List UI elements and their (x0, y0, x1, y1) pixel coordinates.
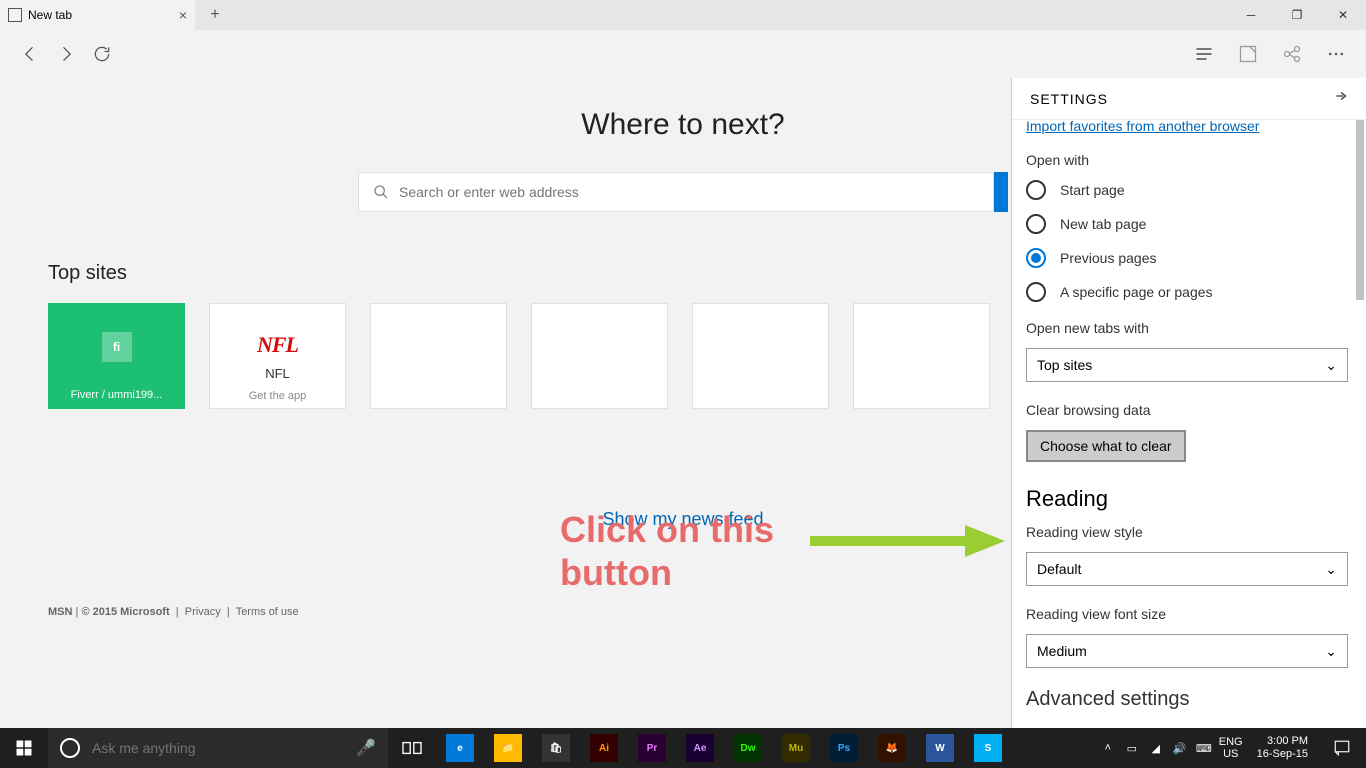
nfl-logo: NFL (257, 332, 298, 358)
page-icon (8, 8, 22, 22)
taskbar-app-icon[interactable]: Ps (820, 728, 868, 768)
search-go-button[interactable] (994, 172, 1008, 212)
top-site-tile-empty[interactable] (370, 303, 507, 409)
reading-style-select[interactable]: Default ⌄ (1026, 552, 1348, 586)
top-site-tile-nfl[interactable]: NFL NFL Get the app (209, 303, 346, 409)
system-tray: ˄ ▭ ◢ 🔊 ⌨ ENG US 3:00 PM 16-Sep-15 (1099, 728, 1366, 768)
new-tab-button[interactable]: + (195, 0, 235, 30)
taskbar-app-icon[interactable]: 🦊 (868, 728, 916, 768)
taskbar: 🎤 e📁🛍AiPrAeDwMuPs🦊WS ˄ ▭ ◢ 🔊 ⌨ ENG US 3:… (0, 728, 1366, 768)
toolbar (0, 30, 1366, 78)
reading-style-label: Reading view style (1026, 524, 1348, 540)
cortana-icon (60, 738, 80, 758)
search-box[interactable] (358, 172, 994, 212)
radio-icon (1026, 282, 1046, 302)
share-button[interactable] (1274, 36, 1310, 72)
chevron-down-icon: ⌄ (1325, 561, 1337, 578)
radio-icon (1026, 248, 1046, 268)
more-button[interactable] (1318, 36, 1354, 72)
reading-heading: Reading (1026, 486, 1348, 512)
titlebar: New tab × + ─ ❐ ✕ (0, 0, 1366, 30)
cortana-input[interactable] (92, 740, 356, 756)
open-new-tabs-select[interactable]: Top sites ⌄ (1026, 348, 1348, 382)
taskbar-app-icon[interactable]: 🛍 (532, 728, 580, 768)
language-indicator[interactable]: ENG US (1219, 736, 1243, 760)
battery-icon[interactable]: ▭ (1123, 739, 1141, 757)
window-controls: ─ ❐ ✕ (1228, 0, 1366, 30)
privacy-link[interactable]: Privacy (185, 606, 221, 618)
tile-label: Fiverr / ummi199... (71, 389, 163, 401)
back-button[interactable] (12, 36, 48, 72)
radio-previous-pages[interactable]: Previous pages (1026, 248, 1348, 268)
network-icon[interactable]: ◢ (1147, 739, 1165, 757)
tab-title: New tab (28, 8, 72, 22)
maximize-button[interactable]: ❐ (1274, 0, 1320, 30)
choose-what-to-clear-button[interactable]: Choose what to clear (1026, 430, 1186, 462)
close-window-button[interactable]: ✕ (1320, 0, 1366, 30)
pin-icon[interactable] (1334, 89, 1348, 108)
open-new-tabs-label: Open new tabs with (1026, 320, 1348, 336)
minimize-button[interactable]: ─ (1228, 0, 1274, 30)
taskbar-app-icon[interactable]: Mu (772, 728, 820, 768)
radio-start-page[interactable]: Start page (1026, 180, 1348, 200)
advanced-settings-heading: Advanced settings (1026, 688, 1348, 711)
chevron-down-icon: ⌄ (1325, 357, 1337, 374)
taskbar-app-icon[interactable]: W (916, 728, 964, 768)
tile-sublabel: Get the app (249, 390, 307, 402)
top-site-tile-empty[interactable] (692, 303, 829, 409)
taskbar-app-icon[interactable]: S (964, 728, 1012, 768)
annotation-text: Click on this button (560, 508, 774, 594)
footer-links: MSN | © 2015 Microsoft | Privacy | Terms… (48, 606, 299, 618)
reading-size-label: Reading view font size (1026, 606, 1348, 622)
top-site-tile-empty[interactable] (531, 303, 668, 409)
radio-icon (1026, 180, 1046, 200)
msn-label: MSN (48, 606, 72, 618)
import-favorites-link[interactable]: Import favorites from another browser (1026, 120, 1348, 134)
settings-panel: SETTINGS Import favorites from another b… (1011, 78, 1366, 728)
microphone-icon[interactable]: 🎤 (356, 738, 376, 758)
copyright-label: © 2015 Microsoft (81, 606, 169, 618)
taskbar-app-icon[interactable]: Dw (724, 728, 772, 768)
clear-data-label: Clear browsing data (1026, 402, 1348, 418)
taskbar-app-icon[interactable]: Ae (676, 728, 724, 768)
reading-size-select[interactable]: Medium ⌄ (1026, 634, 1348, 668)
top-site-tile-empty[interactable] (853, 303, 990, 409)
settings-title: SETTINGS (1030, 91, 1108, 107)
browser-tab[interactable]: New tab × (0, 0, 195, 30)
keyboard-icon[interactable]: ⌨ (1195, 739, 1213, 757)
search-icon (373, 184, 389, 200)
radio-icon (1026, 214, 1046, 234)
chevron-down-icon: ⌄ (1325, 643, 1337, 660)
volume-icon[interactable]: 🔊 (1171, 739, 1189, 757)
webnote-button[interactable] (1230, 36, 1266, 72)
forward-button[interactable] (48, 36, 84, 72)
radio-specific-page[interactable]: A specific page or pages (1026, 282, 1348, 302)
start-button[interactable] (0, 728, 48, 768)
refresh-button[interactable] (84, 36, 120, 72)
open-with-radio-group: Start page New tab page Previous pages A… (1026, 180, 1348, 302)
settings-body: Import favorites from another browser Op… (1012, 120, 1366, 728)
settings-header: SETTINGS (1012, 78, 1366, 120)
search-input[interactable] (399, 184, 979, 200)
notification-icon[interactable] (1322, 728, 1362, 768)
taskbar-app-icon[interactable]: 📁 (484, 728, 532, 768)
annotation-arrow-icon (810, 523, 1010, 563)
hub-button[interactable] (1186, 36, 1222, 72)
scrollbar[interactable] (1356, 120, 1364, 728)
clock[interactable]: 3:00 PM 16-Sep-15 (1249, 735, 1316, 761)
radio-new-tab-page[interactable]: New tab page (1026, 214, 1348, 234)
open-with-label: Open with (1026, 152, 1348, 168)
scrollbar-thumb[interactable] (1356, 120, 1364, 300)
task-view-button[interactable] (388, 728, 436, 768)
tile-label: NFL (265, 366, 290, 381)
cortana-search[interactable]: 🎤 (48, 728, 388, 768)
fiverr-icon: fi (102, 332, 132, 362)
tray-chevron-icon[interactable]: ˄ (1099, 739, 1117, 757)
taskbar-app-icon[interactable]: e (436, 728, 484, 768)
taskbar-app-icon[interactable]: Ai (580, 728, 628, 768)
terms-link[interactable]: Terms of use (236, 606, 299, 618)
close-tab-icon[interactable]: × (179, 7, 187, 23)
taskbar-app-icon[interactable]: Pr (628, 728, 676, 768)
top-site-tile-fiverr[interactable]: fi Fiverr / ummi199... (48, 303, 185, 409)
